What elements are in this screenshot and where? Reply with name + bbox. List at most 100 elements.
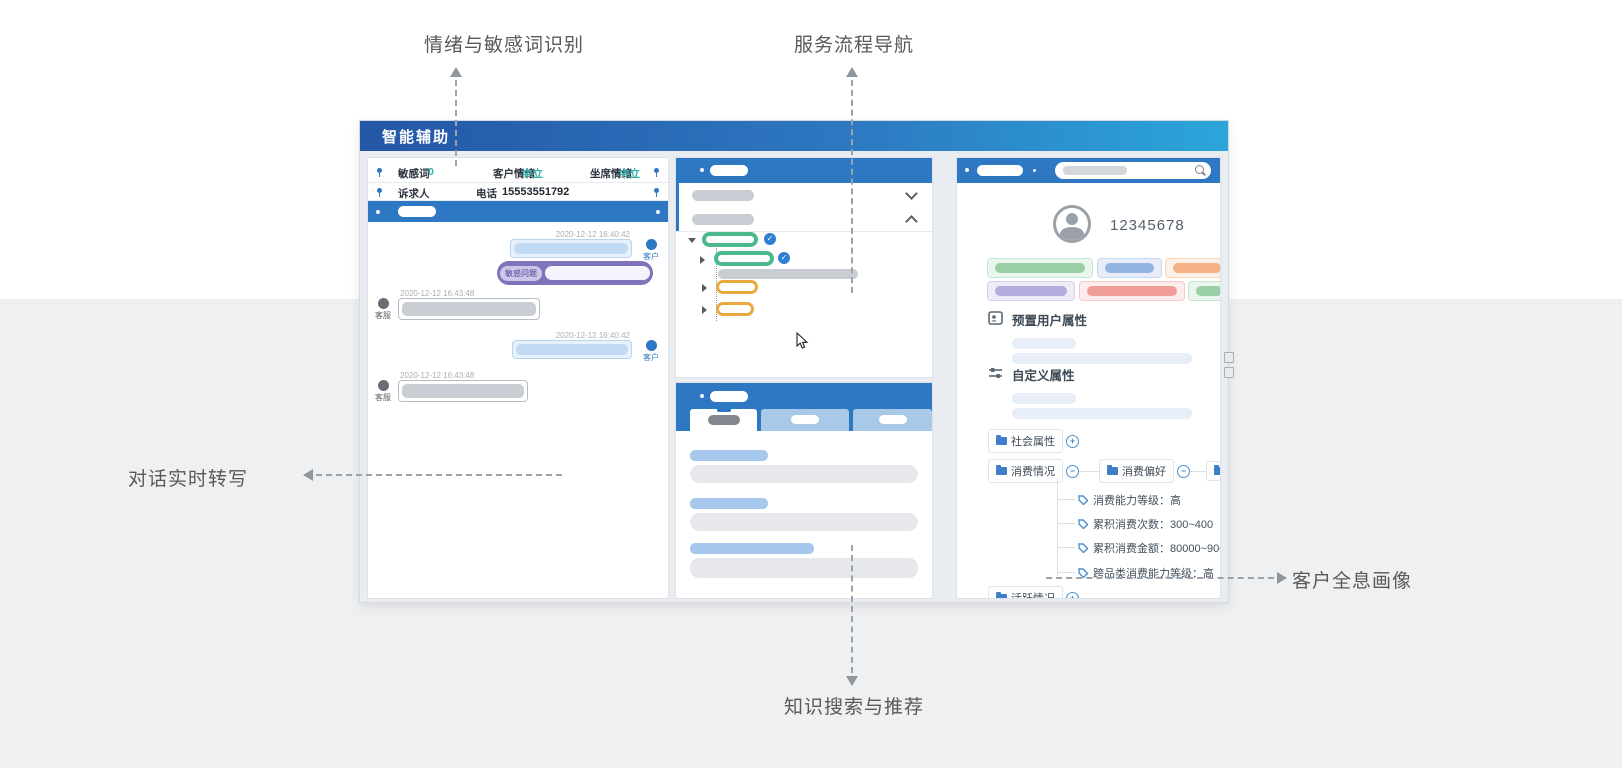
- expand-icon[interactable]: [688, 238, 696, 243]
- sensitive-words-label: 敏感词: [398, 166, 430, 181]
- knowledge-panel: [676, 383, 932, 598]
- attribute-placeholder: [1012, 393, 1076, 404]
- consumption-node[interactable]: 消费情况: [988, 459, 1063, 483]
- chat-area: 2020-12-12 16:40:42 客户 敏感问题 2020-12-12 1…: [368, 222, 668, 598]
- chevron-down-icon[interactable]: [905, 187, 918, 200]
- flow-group-row[interactable]: [676, 183, 932, 208]
- dot-icon: [376, 210, 380, 214]
- customer-avatar: 客户: [638, 239, 664, 262]
- emotion-status-bar: 敏感词 0 客户情绪 中立 坐席情绪 中立: [368, 162, 668, 183]
- tag-icon: [1078, 495, 1088, 505]
- tab-label-placeholder: [879, 415, 907, 424]
- tab-active[interactable]: [690, 409, 757, 431]
- active-attribute-node[interactable]: 活跃情况 +: [988, 586, 1079, 598]
- tree-connector: [1057, 499, 1075, 500]
- profile-panel: 12345678 预置用户属性 自定义属性 社会属性 +: [957, 158, 1220, 598]
- transcript-section-header: [368, 201, 668, 222]
- preference-node[interactable]: 消费偏好: [1099, 459, 1174, 483]
- customer-tag: [1165, 258, 1220, 278]
- tree-connector: [1190, 471, 1206, 472]
- annotation-sentiment: 情绪与敏感词识别: [398, 30, 610, 57]
- dot-icon: [965, 168, 969, 172]
- customer-avatar: 客户: [638, 340, 664, 363]
- annotation-line-knowledge: [851, 545, 853, 673]
- agent-avatar-icon: [378, 298, 389, 309]
- consumption-row: 消费情况 − 消费偏好 − RFM −: [988, 459, 1220, 483]
- search-input[interactable]: [1055, 162, 1211, 179]
- user-card-icon: [988, 311, 1003, 325]
- message-timestamp: 2020-12-12 16:40:42: [556, 230, 630, 239]
- expand-plus-icon[interactable]: +: [1066, 592, 1079, 599]
- attribute-placeholder: [1012, 353, 1192, 364]
- check-badge: ✓: [778, 252, 790, 264]
- annotation-profile: 客户全息画像: [1292, 566, 1412, 593]
- collapse-minus-icon[interactable]: −: [1066, 465, 1079, 478]
- phone-label: 电话: [476, 186, 497, 201]
- arrow-up-icon: [450, 67, 462, 77]
- chevron-up-icon[interactable]: [905, 215, 918, 228]
- folder-icon: [996, 437, 1007, 445]
- knowledge-answer-placeholder[interactable]: [690, 558, 918, 578]
- window-title: 智能辅助: [360, 126, 450, 147]
- tab-inactive[interactable]: [853, 409, 932, 431]
- customer-avatar-large: [1053, 205, 1091, 243]
- consumption-tag: 累积消费金额：80000~90000: [1078, 540, 1220, 556]
- sliders-icon: [988, 366, 1003, 380]
- tree-connector: [1057, 523, 1075, 524]
- expand-plus-icon[interactable]: +: [1066, 435, 1079, 448]
- preference-label: 消费偏好: [1122, 463, 1166, 479]
- flow-node-done[interactable]: [702, 232, 758, 247]
- annotation-line-sentiment: [455, 80, 457, 166]
- knowledge-question-placeholder: [690, 543, 814, 554]
- customer-avatar-icon: [646, 239, 657, 250]
- message-timestamp: 2020-12-12 16:43:48: [400, 371, 474, 380]
- knowledge-answer-placeholder[interactable]: [690, 513, 918, 531]
- section-title-placeholder: [398, 206, 436, 217]
- preset-attributes-label: 预置用户属性: [1012, 310, 1087, 329]
- consumption-label: 消费情况: [1011, 463, 1055, 479]
- knowledge-header: [676, 383, 932, 409]
- collapse-icon[interactable]: [702, 284, 707, 292]
- agent-avatar-icon: [378, 380, 389, 391]
- flow-tree: ✓ ✓: [676, 231, 932, 377]
- collapse-minus-icon[interactable]: −: [1177, 465, 1190, 478]
- message-timestamp: 2020-12-12 16:43:48: [400, 289, 474, 298]
- customer-message-bubble: [512, 340, 632, 359]
- dot-icon: [700, 168, 704, 172]
- page: { "window": { "title": "智能辅助" }, "annota…: [0, 0, 1622, 768]
- annotation-service-flow: 服务流程导航: [748, 30, 960, 57]
- row-accent: [676, 207, 679, 231]
- tab-notch: [717, 409, 731, 412]
- collapse-icon[interactable]: [702, 306, 707, 314]
- search-placeholder: [1063, 166, 1127, 175]
- profile-header: [957, 158, 1220, 183]
- consumption-tag: 累积消费次数：300~400: [1078, 516, 1213, 532]
- arrow-up-icon: [846, 67, 858, 77]
- flow-group-row[interactable]: [676, 207, 932, 232]
- active-label: 活跃情况: [1011, 590, 1055, 598]
- knowledge-tabs: [676, 409, 932, 431]
- tab-inactive[interactable]: [761, 409, 849, 431]
- agent-emotion-value: 中立: [619, 166, 640, 181]
- customer-message-bubble: [510, 239, 632, 258]
- flow-node-pending[interactable]: [716, 280, 758, 294]
- caller-info-bar: 诉求人 电话 15553551792: [368, 183, 668, 201]
- social-attribute-node[interactable]: 社会属性 +: [988, 429, 1079, 453]
- flow-node-pending[interactable]: [716, 302, 754, 316]
- customer-emotion-value: 中立: [522, 166, 543, 181]
- flow-node-done[interactable]: [714, 251, 774, 266]
- tree-connector: [1057, 547, 1075, 548]
- agent-role-label: 客服: [370, 310, 396, 321]
- agent-role-label: 客服: [370, 392, 396, 403]
- knowledge-answer-placeholder[interactable]: [690, 465, 918, 483]
- rfm-node[interactable]: RFM: [1206, 461, 1220, 481]
- tree-connector: [1057, 572, 1075, 573]
- dot-icon: [1033, 169, 1036, 172]
- collapse-icon[interactable]: [700, 256, 705, 264]
- customer-role-label: 客户: [638, 352, 664, 363]
- check-badge: ✓: [764, 233, 776, 245]
- customer-avatar-icon: [646, 340, 657, 351]
- search-icon[interactable]: [1195, 165, 1204, 174]
- attribute-placeholder: [1012, 338, 1076, 349]
- attribute-placeholder: [1012, 408, 1192, 419]
